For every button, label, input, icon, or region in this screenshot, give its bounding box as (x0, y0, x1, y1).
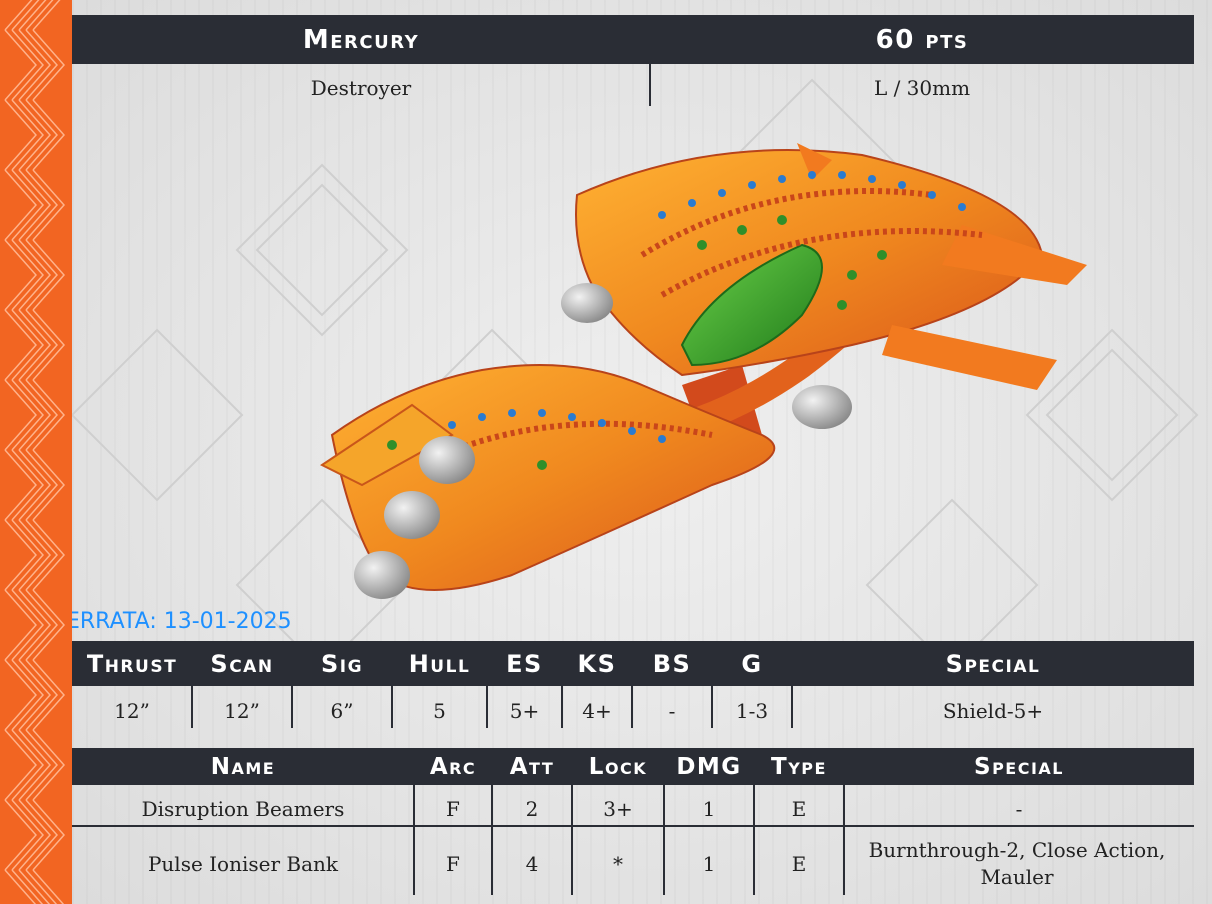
chevron-line (32, 379, 66, 451)
weapon-arc: F (446, 852, 460, 876)
ship-miniature-image (320, 143, 1087, 599)
chevron-line (32, 29, 66, 101)
stat-header-scan: Scan (210, 649, 274, 678)
divider (711, 686, 713, 728)
weapon-header-arc: Arc (429, 753, 477, 780)
divider (391, 686, 393, 728)
decorative-stripe (0, 0, 72, 904)
chevron-line (18, 869, 51, 904)
stat-bs: - (668, 699, 676, 723)
stat-header-g: G (741, 649, 763, 678)
divider (491, 785, 493, 895)
stat-scan: 12” (224, 699, 260, 723)
weapon-header-type: Type (771, 753, 827, 780)
divider (571, 785, 573, 895)
chevron-line (32, 729, 66, 801)
chevron-line (32, 519, 66, 591)
divider (631, 686, 633, 728)
chevron-line (32, 799, 66, 871)
divider (843, 785, 845, 895)
stat-header-thrust: Thrust (86, 649, 178, 678)
stat-es: 5+ (509, 699, 540, 723)
chevron-line (32, 449, 66, 521)
stat-thrust: 12” (114, 699, 150, 723)
table-row: Pulse Ioniser Bank F 4 * 1 E Burnthrough… (72, 827, 1194, 895)
divider (191, 686, 193, 728)
ship-points: 60 pts (875, 24, 969, 55)
stat-header-hull: Hull (408, 649, 471, 678)
stat-header-ks: KS (577, 649, 617, 678)
divider (663, 785, 665, 895)
divider (561, 686, 563, 728)
ship-class: Destroyer (310, 76, 412, 100)
chevron-line (32, 309, 66, 381)
stats-value-row: 12” 12” 6” 5 5+ 4+ - 1-3 Shield-5+ (72, 686, 1194, 730)
stat-ks: 4+ (582, 699, 612, 723)
stat-header-es: ES (506, 649, 543, 678)
chevron-line (32, 589, 66, 661)
stat-header-special: Special (945, 649, 1041, 678)
table-row: Disruption Beamers F 2 3+ 1 E - (72, 785, 1194, 827)
chevron-line (32, 659, 66, 731)
errata-date: ERRATA: 13-01-2025 (72, 609, 292, 634)
chevron-line (32, 169, 66, 241)
divider (413, 785, 415, 895)
weapon-header-att: Att (509, 753, 555, 780)
weapons-header-row: Name Arc Att Lock DMG Type Special (72, 748, 1194, 785)
weapon-header-lock: Lock (588, 753, 648, 780)
divider (486, 686, 488, 728)
stats-header-row: Thrust Scan Sig Hull ES KS BS G Special (72, 641, 1194, 686)
stat-special: Shield-5+ (942, 699, 1044, 723)
weapon-lock: * (613, 852, 623, 876)
weapon-dmg: 1 (702, 852, 716, 876)
weapon-header-dmg: DMG (676, 753, 742, 780)
stat-header-bs: BS (652, 649, 692, 678)
weapon-type: E (791, 852, 807, 876)
ship-card: Mercury 60 pts Destroyer L / 30mm ERRATA… (72, 0, 1212, 904)
stat-sig: 6” (330, 699, 354, 723)
ship-tonnage: L / 30mm (873, 76, 971, 100)
weapon-att: 4 (525, 852, 539, 876)
divider (291, 686, 293, 728)
stat-header-sig: Sig (320, 649, 364, 678)
header-bar: Mercury 60 pts (72, 15, 1194, 64)
divider (753, 785, 755, 895)
weapon-header-name: Name (210, 753, 276, 780)
stat-g: 1-3 (735, 699, 769, 723)
chevron-pattern (4, 0, 66, 904)
chevron-line (32, 239, 66, 311)
weapons-table-body: Disruption Beamers F 2 3+ 1 E - Pulse Io… (72, 785, 1194, 895)
ship-name: Mercury (302, 24, 420, 55)
divider (791, 686, 793, 728)
weapon-header-special: Special (974, 753, 1064, 780)
weapon-name: Pulse Ioniser Bank (147, 852, 339, 876)
stat-hull: 5 (433, 699, 446, 723)
chevron-line (32, 99, 66, 171)
weapon-special: Burnthrough-2, Close Action, Mauler (868, 838, 1166, 889)
